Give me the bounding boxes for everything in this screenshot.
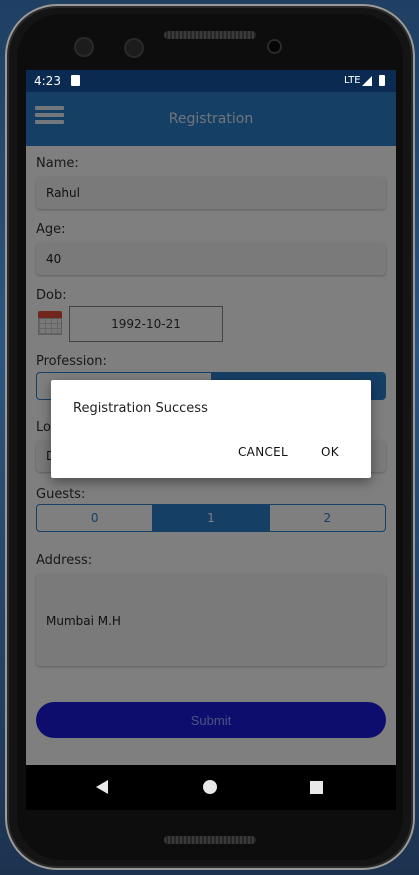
back-icon[interactable]	[96, 780, 108, 794]
sd-card-icon	[71, 75, 80, 86]
bottom-speaker	[164, 836, 256, 844]
ok-button[interactable]: OK	[321, 445, 339, 459]
front-camera-icon	[269, 41, 280, 52]
status-bar: 4:23 LTE	[26, 70, 396, 92]
sensor-icon	[76, 39, 92, 55]
screen: 4:23 LTE Registration Name: Rahul Age: 4…	[26, 70, 396, 810]
signal-icon	[362, 76, 372, 86]
dialog-message: Registration Success	[73, 401, 208, 416]
battery-icon	[379, 75, 385, 86]
navigation-bar	[26, 765, 396, 810]
network-type: LTE	[344, 75, 361, 86]
sensor-icon	[126, 40, 142, 56]
cancel-button[interactable]: CANCEL	[238, 445, 288, 459]
recents-icon[interactable]	[310, 781, 323, 794]
home-icon[interactable]	[203, 780, 217, 794]
earpiece-speaker	[164, 31, 256, 39]
status-time: 4:23	[34, 74, 61, 88]
alert-dialog: Registration Success CANCEL OK	[51, 380, 371, 478]
